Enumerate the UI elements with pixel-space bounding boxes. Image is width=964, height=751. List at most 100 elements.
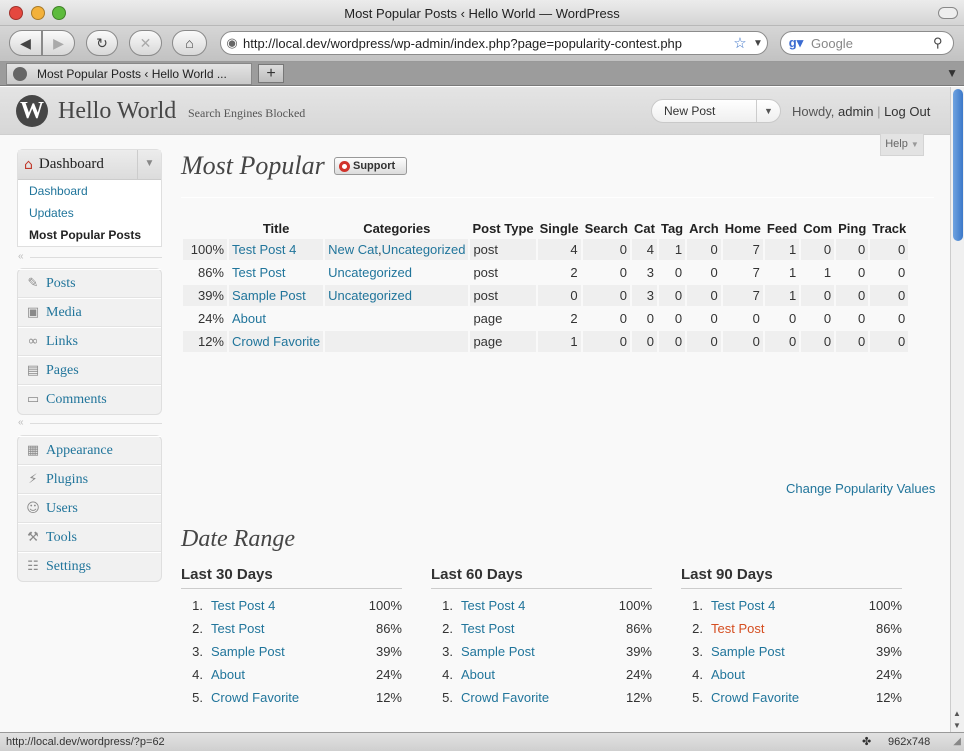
- sidebar-subitem-most-popular[interactable]: Most Popular Posts: [18, 224, 161, 246]
- post-title-cell: Sample Post: [229, 285, 324, 306]
- post-title-link[interactable]: Crowd Favorite: [232, 334, 320, 349]
- count-value: 0: [658, 285, 686, 306]
- support-button[interactable]: Support: [334, 157, 407, 175]
- help-tab[interactable]: Help ▼: [880, 134, 924, 156]
- user-greeting: Howdy, admin | Log Out: [792, 104, 930, 119]
- post-link-wrap: Test Post 4: [211, 598, 352, 613]
- post-title-link[interactable]: Test Post 4: [232, 242, 296, 257]
- sidebar-item-comments[interactable]: ▭ Comments: [18, 385, 161, 414]
- post-title-link[interactable]: Test Post 4: [461, 598, 525, 613]
- dashboard-menu-header[interactable]: ⌂ Dashboard ▼: [18, 150, 161, 180]
- post-title-link[interactable]: Sample Post: [211, 644, 285, 659]
- change-popularity-values-link[interactable]: Change Popularity Values: [786, 481, 935, 496]
- category-link[interactable]: Uncategorized: [328, 265, 412, 280]
- collapse-separator-icon[interactable]: «: [18, 251, 24, 262]
- bookmark-star-icon[interactable]: ☆: [731, 34, 749, 52]
- sidebar-item-tools[interactable]: ⚒ Tools: [18, 523, 161, 552]
- collapse-separator-icon[interactable]: «: [18, 417, 24, 428]
- tab-most-popular[interactable]: Most Popular Posts ‹ Hello World ...: [6, 63, 252, 85]
- toolbar-toggle-button[interactable]: [938, 7, 958, 19]
- home-button[interactable]: ⌂: [172, 30, 207, 56]
- post-title-link[interactable]: About: [711, 667, 745, 682]
- favorite-toggle[interactable]: ▼: [756, 100, 780, 122]
- forward-button[interactable]: ▶: [42, 30, 75, 56]
- post-link-wrap: Crowd Favorite: [211, 690, 352, 705]
- search-bar[interactable]: g▾ Google ⚲: [780, 31, 954, 55]
- post-title-link[interactable]: Test Post: [461, 621, 514, 636]
- search-engine-icon[interactable]: g▾: [781, 35, 811, 51]
- search-engines-blocked-note[interactable]: Search Engines Blocked: [188, 106, 305, 121]
- menu-separator: [30, 423, 162, 424]
- sidebar-item-appearance[interactable]: ▦ Appearance: [18, 436, 161, 465]
- forward-arrow-icon: ▶: [53, 34, 64, 51]
- post-type: post: [473, 265, 499, 280]
- post-link-wrap: Crowd Favorite: [711, 690, 852, 705]
- page-title: Most Popular: [181, 151, 325, 180]
- logout-link[interactable]: Log Out: [884, 104, 930, 119]
- url-bar[interactable]: ◉ http://local.dev/wordpress/wp-admin/in…: [220, 31, 768, 55]
- pin-icon: ✎: [27, 275, 39, 291]
- post-title-link[interactable]: Sample Post: [461, 644, 535, 659]
- favorite-actions-dropdown[interactable]: New Post ▼: [651, 99, 781, 123]
- sidebar-item-label: Posts: [46, 275, 76, 291]
- post-title-link[interactable]: Test Post: [232, 265, 285, 280]
- scroll-up-arrow-icon[interactable]: ▲: [953, 709, 961, 718]
- sidebar-item-posts[interactable]: ✎ Posts: [18, 269, 161, 298]
- popularity-percent: 100%: [618, 598, 652, 613]
- sidebar-item-plugins[interactable]: ⚡ Plugins: [18, 465, 161, 494]
- home-icon: ⌂: [185, 35, 194, 51]
- resize-grip-icon[interactable]: ◢: [953, 736, 961, 747]
- dashboard-toggle[interactable]: ▼: [137, 150, 161, 179]
- sidebar-item-settings[interactable]: ☷ Settings: [18, 552, 161, 581]
- sidebar-item-media[interactable]: ▣ Media: [18, 298, 161, 327]
- post-title-link[interactable]: Test Post 4: [211, 598, 275, 613]
- post-title-link[interactable]: Crowd Favorite: [711, 690, 799, 705]
- post-title-link[interactable]: Sample Post: [711, 644, 785, 659]
- vertical-scrollbar[interactable]: ▲ ▼: [950, 87, 964, 732]
- scroll-down-arrow-icon[interactable]: ▼: [953, 721, 961, 730]
- count-value: 0: [870, 285, 909, 306]
- post-title-link[interactable]: Crowd Favorite: [211, 690, 299, 705]
- sidebar-item-label: Plugins: [46, 471, 89, 487]
- username-link[interactable]: admin: [838, 104, 873, 119]
- sidebar-item-links[interactable]: ∞ Links: [18, 327, 161, 356]
- post-title-link[interactable]: Test Post: [711, 621, 764, 636]
- popularity-percent: 100%: [868, 598, 902, 613]
- post-title-link[interactable]: Test Post 4: [711, 598, 775, 613]
- post-title-link[interactable]: Crowd Favorite: [461, 690, 549, 705]
- sidebar-item-pages[interactable]: ▤ Pages: [18, 356, 161, 385]
- category-link[interactable]: New Cat: [328, 242, 378, 257]
- tab-list-icon[interactable]: ▼: [946, 66, 958, 80]
- help-label[interactable]: Help: [885, 138, 908, 150]
- list-item: 1. Test Post 4 100%: [681, 594, 902, 617]
- rank-number: 5.: [192, 690, 203, 705]
- post-link-wrap: Crowd Favorite: [461, 690, 602, 705]
- favorite-action-label[interactable]: New Post: [664, 104, 715, 118]
- post-link-wrap: Test Post 4: [711, 598, 852, 613]
- new-tab-button[interactable]: +: [258, 64, 284, 83]
- site-title[interactable]: Hello World: [58, 98, 176, 125]
- ranked-list: 1. Test Post 4 100% 2. Test Post 86% 3. Sample …: [181, 594, 402, 709]
- post-title-link[interactable]: About: [461, 667, 495, 682]
- post-title-link[interactable]: About: [232, 311, 266, 326]
- url-dropdown-icon[interactable]: ▼: [749, 38, 767, 49]
- categories-cell: New Cat,Uncategorized: [325, 239, 469, 260]
- post-title-link[interactable]: Sample Post: [232, 288, 306, 303]
- count-value: 0: [687, 285, 721, 306]
- reload-button[interactable]: ↻: [86, 30, 118, 56]
- post-title-link[interactable]: About: [211, 667, 245, 682]
- category-link[interactable]: Uncategorized: [382, 242, 466, 257]
- search-icon[interactable]: ⚲: [933, 35, 953, 51]
- sidebar-item-users[interactable]: ☺ Users: [18, 494, 161, 523]
- post-title-link[interactable]: Test Post: [211, 621, 264, 636]
- back-button[interactable]: ◀: [9, 30, 42, 56]
- category-link[interactable]: Uncategorized: [328, 288, 412, 303]
- stop-button[interactable]: ✕: [129, 30, 162, 56]
- popularity-percent: 24%: [197, 311, 224, 326]
- scrollbar-thumb[interactable]: [953, 89, 963, 241]
- sidebar-subitem-updates[interactable]: Updates: [18, 202, 161, 224]
- search-input[interactable]: Google: [811, 36, 933, 51]
- count-value: 0: [801, 331, 835, 352]
- sidebar-subitem-dashboard[interactable]: Dashboard: [18, 180, 161, 202]
- popularity-percent: 86%: [197, 265, 224, 280]
